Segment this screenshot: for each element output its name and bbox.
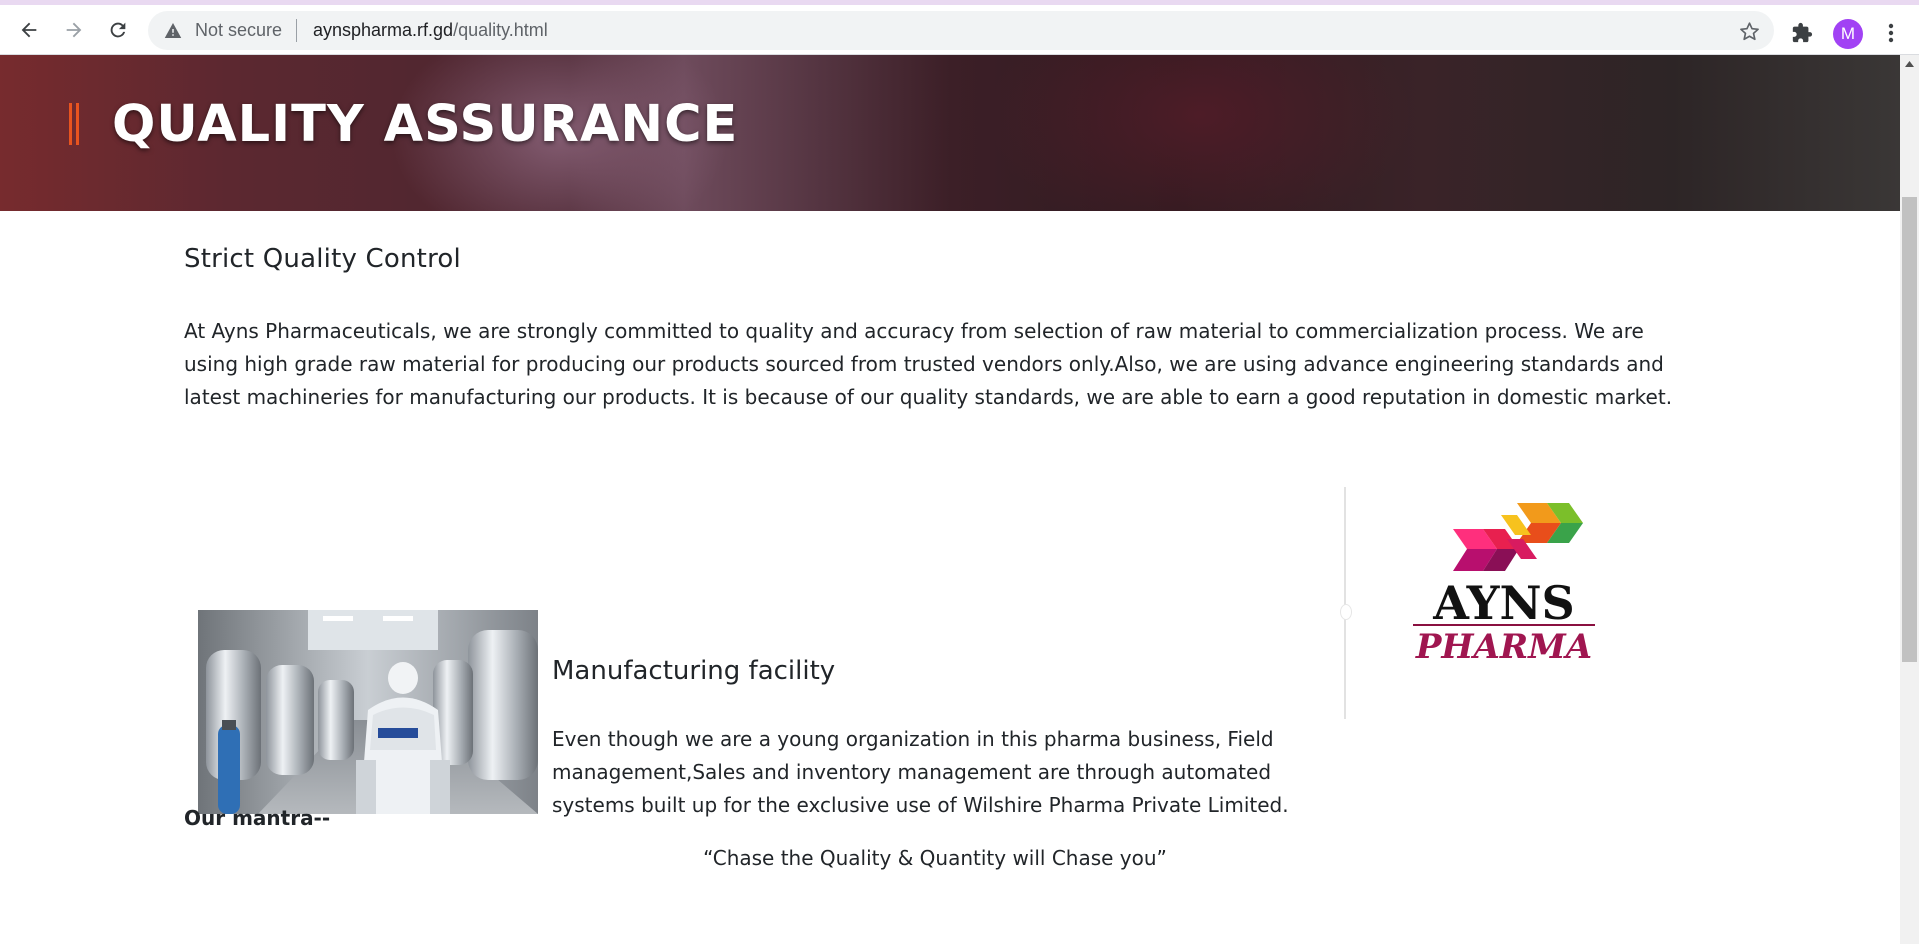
bookmark-star-button[interactable] — [1736, 18, 1762, 44]
manufacturing-paragraph: Even though we are a young organization … — [552, 727, 1289, 817]
page-viewport: QUALITY ASSURANCE Strict Quality Control… — [0, 55, 1900, 944]
extensions-button[interactable] — [1785, 16, 1819, 50]
reload-icon — [110, 22, 126, 38]
browser-menu-button[interactable] — [1876, 16, 1906, 50]
banner-title: QUALITY ASSURANCE — [112, 95, 739, 154]
reload-button[interactable] — [101, 13, 135, 47]
security-status[interactable]: Not secure — [195, 20, 282, 41]
browser-toolbar: Not secure aynspharma.rf.gd/quality.html… — [0, 5, 1919, 55]
warning-icon — [164, 23, 182, 38]
logo-subtitle: PHARMA — [1415, 627, 1592, 667]
page-banner: QUALITY ASSURANCE — [0, 55, 1900, 211]
section-paragraph: At Ayns Pharmaceuticals, we are strongly… — [184, 319, 1673, 409]
factory-illustration — [198, 610, 538, 814]
scroll-up-button[interactable] — [1900, 55, 1919, 72]
forward-button[interactable] — [57, 13, 91, 47]
url-host: aynspharma.rf.gd — [313, 20, 454, 40]
puzzle-icon — [1792, 22, 1813, 43]
scroll-up-arrow-icon — [1905, 60, 1914, 67]
star-icon — [1739, 21, 1759, 40]
scrollbar-thumb[interactable] — [1902, 197, 1917, 662]
url-path: /quality.html — [453, 20, 548, 40]
ayns-logo-mark: AYNS PHARMA — [1413, 503, 1595, 667]
address-separator — [296, 19, 297, 42]
url-text[interactable]: aynspharma.rf.gd/quality.html — [313, 20, 548, 41]
address-bar[interactable]: Not secure aynspharma.rf.gd/quality.html — [148, 11, 1774, 50]
company-logo: AYNS PHARMA — [1409, 491, 1599, 681]
back-button[interactable] — [12, 13, 46, 47]
manufacturing-photo — [198, 610, 538, 814]
back-arrow-icon — [21, 22, 37, 38]
main-content: Strict Quality Control At Ayns Pharmaceu… — [0, 211, 1900, 944]
page-scrollbar[interactable] — [1900, 55, 1919, 944]
mantra-label: Our mantra-- — [184, 806, 331, 830]
banner-accent-bars — [69, 103, 81, 145]
logo-wordmark: AYNS — [1432, 576, 1575, 630]
section-heading: Strict Quality Control — [184, 244, 461, 274]
mantra-quote: “Chase the Quality & Quantity will Chase… — [703, 846, 1167, 870]
forward-arrow-icon — [66, 22, 82, 38]
vertical-divider — [1344, 487, 1346, 719]
profile-avatar[interactable]: M — [1833, 19, 1863, 49]
kebab-menu-icon — [1888, 23, 1894, 43]
manufacturing-heading: Manufacturing facility — [552, 656, 836, 686]
divider-handle — [1340, 604, 1352, 620]
